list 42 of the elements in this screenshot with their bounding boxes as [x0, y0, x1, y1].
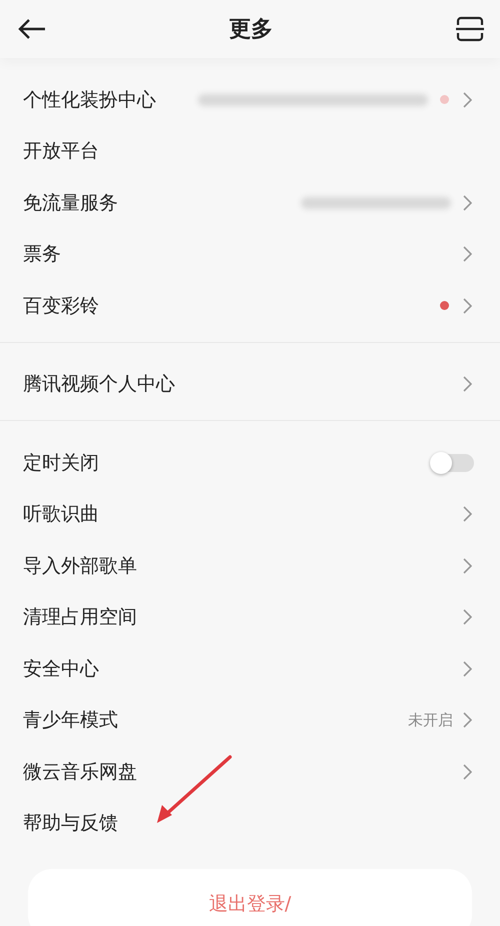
chevron-icon: [463, 764, 472, 780]
row-label: 定时关闭: [23, 450, 100, 476]
row-label: 青少年模式: [23, 708, 119, 734]
chevron-icon: [463, 609, 472, 626]
toggle-switch[interactable]: [432, 454, 474, 472]
chevron-icon: [463, 298, 472, 314]
row-label: 个性化装扮中心: [23, 88, 157, 113]
page-title: 更多: [229, 16, 273, 44]
row-label: 导入外部歌单: [23, 554, 138, 579]
settings-row[interactable]: 百变彩铃: [0, 280, 500, 332]
row-label: 票务: [23, 242, 62, 268]
chevron-icon: [463, 194, 472, 211]
row-label: 百变彩铃: [23, 294, 100, 319]
row-label: 安全中心: [23, 656, 100, 682]
chevron-icon: [463, 712, 472, 728]
settings-row[interactable]: 导入外部歌单: [0, 540, 500, 592]
settings-row[interactable]: 开放平台: [0, 126, 500, 177]
row-label: 听歌识曲: [23, 502, 100, 528]
settings-row[interactable]: 免流量服务: [0, 177, 500, 228]
row-label: 腾讯视频个人中心: [23, 372, 176, 398]
settings-row[interactable]: 清理占用空间: [0, 592, 500, 643]
settings-row[interactable]: 青少年模式 未开启: [0, 694, 500, 746]
chevron-icon: [463, 246, 472, 262]
row-value: 未开启: [408, 710, 453, 730]
chevron-icon: [463, 506, 472, 522]
settings-row[interactable]: 个性化装扮中心: [0, 74, 500, 126]
settings-row[interactable]: 微云音乐网盘: [0, 746, 500, 798]
chevron-icon: [463, 660, 472, 677]
settings-row[interactable]: 安全中心: [0, 643, 500, 694]
settings-row[interactable]: 票务: [0, 228, 500, 280]
settings-row[interactable]: 定时关闭: [0, 437, 500, 488]
row-label: 开放平台: [23, 139, 100, 164]
chevron-icon: [463, 92, 472, 108]
row-label: 帮助与反馈: [23, 811, 119, 836]
row-label: 免流量服务: [23, 190, 119, 216]
chevron-icon: [463, 376, 472, 392]
settings-row[interactable]: 帮助与反馈: [0, 798, 500, 849]
chevron-icon: [463, 558, 472, 574]
row-label: 微云音乐网盘: [23, 760, 138, 785]
row-label: 清理占用空间: [23, 605, 138, 630]
settings-row[interactable]: 腾讯视频个人中心: [0, 358, 500, 410]
settings-row[interactable]: 听歌识曲: [0, 488, 500, 540]
